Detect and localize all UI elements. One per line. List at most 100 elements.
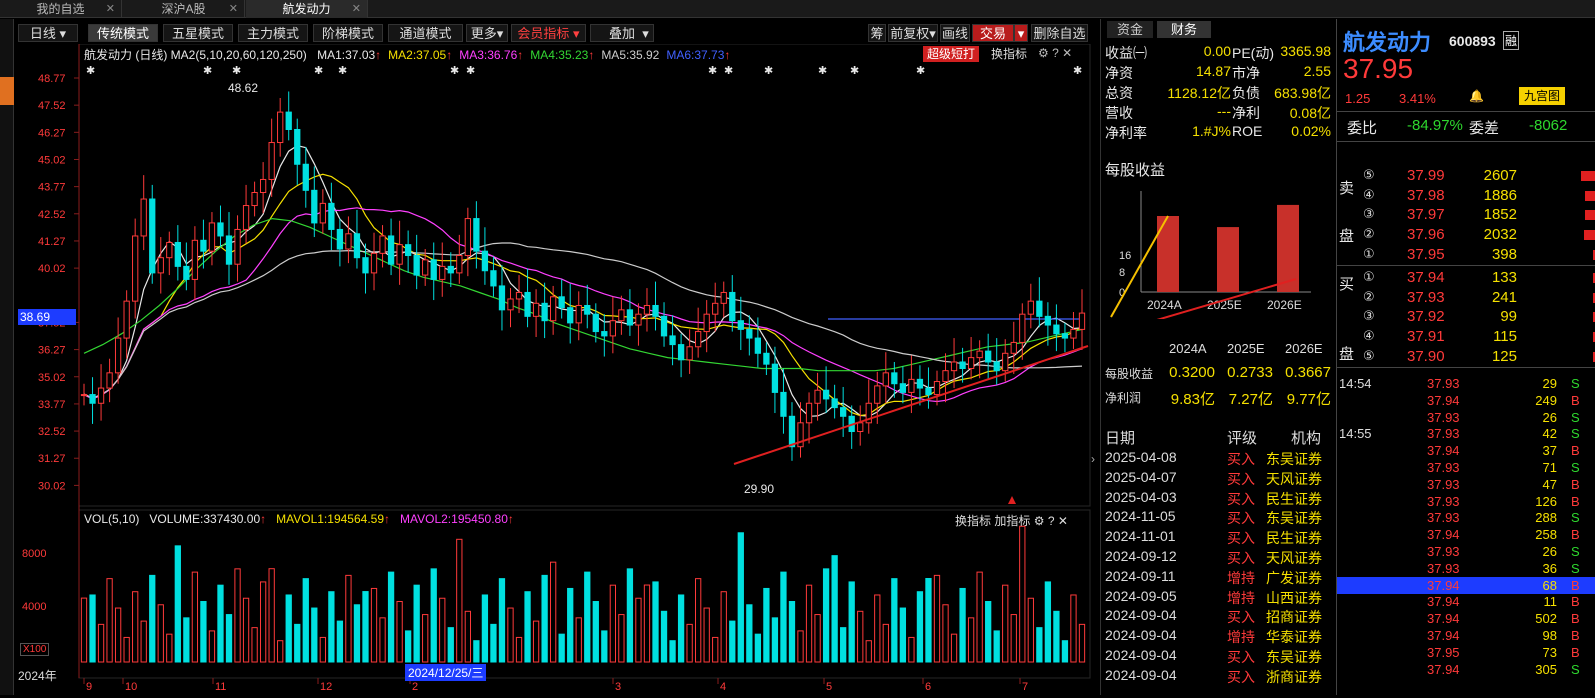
close-icon[interactable]: ✕: [106, 0, 115, 18]
year-label: 2024年: [18, 669, 57, 683]
tick-side: B: [1571, 611, 1580, 627]
tick-volume: 29: [1542, 376, 1557, 391]
divider: [1337, 141, 1595, 142]
volume-bar: [874, 594, 881, 663]
tab-finance[interactable]: 财务: [1157, 21, 1211, 38]
adjust-select[interactable]: 前复权▾: [888, 24, 938, 42]
level-index: ②: [1363, 226, 1375, 242]
volume-bar: [89, 594, 96, 663]
event-marker-icon[interactable]: ✱: [724, 65, 733, 77]
chevron-down-icon[interactable]: ▾: [638, 24, 654, 42]
tick-price: 37.93: [1427, 409, 1460, 425]
event-marker-icon[interactable]: ✱: [314, 65, 323, 77]
level-volume: 133: [1491, 269, 1517, 286]
nine-grid-button[interactable]: 九宫图: [1519, 87, 1565, 105]
trade-button[interactable]: 交易: [972, 24, 1014, 42]
event-marker-icon[interactable]: ✱: [764, 65, 773, 77]
event-marker-icon[interactable]: ✱: [1073, 65, 1082, 77]
remove-watchlist-button[interactable]: 删除自选: [1031, 24, 1088, 42]
mode-main-force[interactable]: 主力模式: [238, 24, 308, 42]
close-icon[interactable]: ✕: [229, 0, 238, 18]
volume-bar: [507, 607, 514, 663]
volume-bar: [498, 578, 506, 663]
chevron-down-icon[interactable]: ▾: [1014, 24, 1028, 42]
mode-traditional[interactable]: 传统模式: [88, 24, 158, 42]
tick-side: B: [1571, 527, 1580, 543]
tick-volume: 305: [1535, 661, 1557, 677]
volume-bar: [396, 601, 403, 663]
volume-bar: [353, 604, 361, 663]
candle-body: [362, 257, 369, 274]
mode-ladder[interactable]: 阶梯模式: [313, 24, 383, 42]
period-select[interactable]: 日线 ▾: [18, 24, 78, 42]
price-frame: [78, 43, 1091, 507]
y-tick-label: 31.27: [38, 453, 66, 465]
close-icon[interactable]: ✕: [1058, 514, 1068, 528]
switch-indicator-button[interactable]: 换指标: [955, 514, 991, 528]
add-indicator-button[interactable]: 加指标: [994, 514, 1030, 528]
candle-body: [473, 218, 480, 252]
level-price: 37.90: [1407, 347, 1445, 365]
tab-my-watchlist[interactable]: 我的自选 ✕: [0, 0, 122, 18]
adjust-label: 前复权: [890, 26, 930, 41]
level-index: ①: [1363, 245, 1375, 261]
more-menu[interactable]: 更多▾: [466, 24, 508, 42]
tick-price: 37.93: [1427, 510, 1460, 526]
event-marker-icon[interactable]: ✱: [338, 65, 347, 77]
candle-body: [1027, 300, 1034, 315]
event-marker-icon[interactable]: ✱: [203, 65, 212, 77]
volume-bar: [456, 538, 463, 663]
super-short-button[interactable]: 超级短打: [923, 46, 979, 62]
close-icon[interactable]: ✕: [1062, 46, 1072, 60]
event-marker-icon[interactable]: ✱: [818, 65, 827, 77]
fin-label: ROE: [1232, 123, 1263, 139]
event-marker-icon[interactable]: ✱: [466, 65, 475, 77]
mode-channel[interactable]: 通道模式: [388, 24, 463, 42]
kline-chart[interactable]: 48.77 47.52 46.27 45.02 43.77 42.52 41.27 40.02…: [18, 43, 1095, 695]
member-indicator-menu[interactable]: 会员指标 ▾: [511, 24, 586, 42]
fin-value: 0.02%: [1291, 123, 1331, 139]
tab-sh-sz-a[interactable]: 深沪A股 ✕: [123, 0, 245, 18]
level-price: 37.99: [1407, 167, 1445, 184]
rating-grade: 买入: [1227, 668, 1255, 685]
candle-body: [132, 235, 139, 302]
candle-body: [183, 265, 190, 280]
mode-five-star[interactable]: 五星模式: [163, 24, 233, 42]
event-marker-icon[interactable]: ✱: [450, 65, 459, 77]
candle-body: [746, 328, 753, 339]
draw-line-button[interactable]: 画线: [940, 24, 970, 42]
gear-icon[interactable]: ⚙: [1038, 46, 1049, 60]
volume-bar: [712, 636, 719, 663]
help-icon[interactable]: ?: [1052, 46, 1059, 60]
event-marker-icon[interactable]: ✱: [232, 65, 241, 77]
level-volume: 241: [1491, 288, 1517, 306]
chip-button[interactable]: 筹: [868, 24, 886, 42]
chevron-right-icon[interactable]: ›: [1091, 452, 1095, 466]
switch-indicator-button[interactable]: 换指标: [983, 46, 1035, 62]
fin-label: 净资: [1105, 65, 1133, 81]
candle-body: [541, 302, 548, 322]
tick-price: 37.94: [1427, 527, 1460, 543]
tab-stock[interactable]: 航发动力 ✕: [246, 0, 368, 18]
event-marker-icon[interactable]: ✱: [708, 65, 717, 77]
divider: [1337, 265, 1595, 266]
gear-icon[interactable]: ⚙: [1034, 514, 1045, 528]
period-label: 日线: [29, 26, 56, 41]
candle-body: [336, 228, 344, 250]
chevron-down-icon: ▾: [573, 26, 580, 41]
candle-body: [814, 389, 821, 404]
event-marker-icon[interactable]: ✱: [86, 65, 95, 77]
candle-body: [294, 128, 301, 165]
tab-bar: 我的自选 ✕ 深沪A股 ✕ 航发动力 ✕: [0, 0, 1595, 18]
tab-funds[interactable]: 资金: [1107, 21, 1153, 38]
sidebar-active-marker[interactable]: [0, 77, 14, 105]
volume-bar: [208, 630, 216, 663]
event-marker-icon[interactable]: ✱: [850, 65, 859, 77]
volume-bar: [584, 571, 591, 663]
depth-bar: [1584, 190, 1595, 201]
close-icon[interactable]: ✕: [352, 0, 361, 18]
event-marker-icon[interactable]: ✱: [916, 65, 925, 77]
bell-icon[interactable]: 🔔: [1469, 89, 1484, 103]
help-icon[interactable]: ?: [1048, 514, 1055, 528]
kline-svg[interactable]: 48.77 47.52 46.27 45.02 43.77 42.52 41.27 40.02…: [18, 43, 1091, 695]
